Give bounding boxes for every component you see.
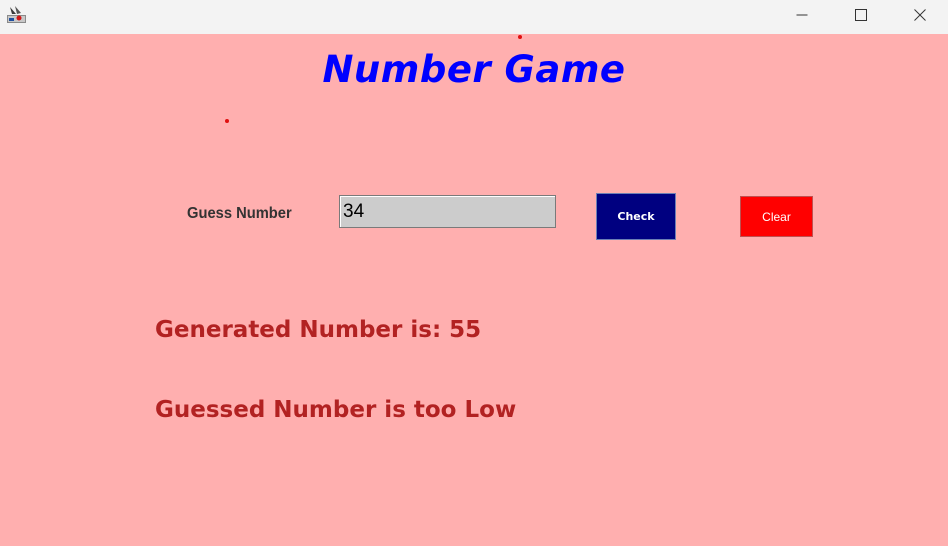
title-bar[interactable] [0, 0, 948, 34]
java-app-icon [6, 5, 27, 24]
close-button[interactable] [891, 0, 948, 30]
minimize-icon [796, 14, 808, 16]
game-panel: Number Game Guess Number Check Clear Gen… [0, 34, 948, 546]
maximize-button[interactable] [832, 0, 890, 30]
guess-result-text: Guessed Number is too Low [155, 397, 517, 423]
generated-number-text: Generated Number is: 55 [155, 317, 482, 343]
decorative-dot [518, 35, 522, 39]
decorative-dot [225, 119, 229, 123]
close-icon [914, 9, 926, 21]
clear-button[interactable]: Clear [740, 196, 813, 237]
game-title: Number Game [322, 48, 626, 91]
minimize-button[interactable] [773, 0, 831, 30]
check-button[interactable]: Check [596, 193, 676, 240]
maximize-icon [855, 9, 867, 21]
app-window: Number Game Guess Number Check Clear Gen… [0, 0, 948, 546]
guess-number-input[interactable] [339, 195, 556, 228]
guess-number-label: Guess Number [187, 205, 292, 222]
